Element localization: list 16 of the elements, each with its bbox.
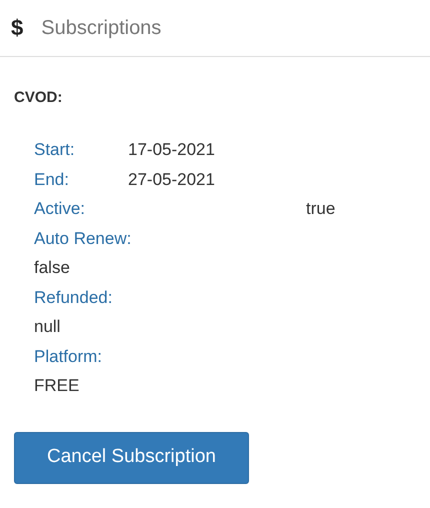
field-label: Start:	[34, 139, 76, 161]
field-value: 27-05-2021	[128, 168, 215, 190]
field-label: Platform:	[34, 346, 102, 368]
field-label: Active:	[34, 198, 86, 220]
dollar-icon: $	[11, 17, 24, 39]
field-value: false	[34, 257, 70, 279]
field-value: FREE	[34, 375, 80, 397]
field-value: null	[34, 316, 60, 338]
field-value: true	[306, 198, 336, 220]
field-label: Auto Renew:	[34, 228, 132, 250]
section-title: CVOD:	[14, 90, 62, 105]
field-label: Refunded:	[34, 286, 112, 308]
cancel-subscription-button[interactable]: Cancel Subscription	[14, 432, 249, 484]
field-label: End:	[34, 168, 70, 190]
panel-title: Subscriptions	[41, 18, 162, 38]
field-value: 17-05-2021	[128, 139, 215, 161]
